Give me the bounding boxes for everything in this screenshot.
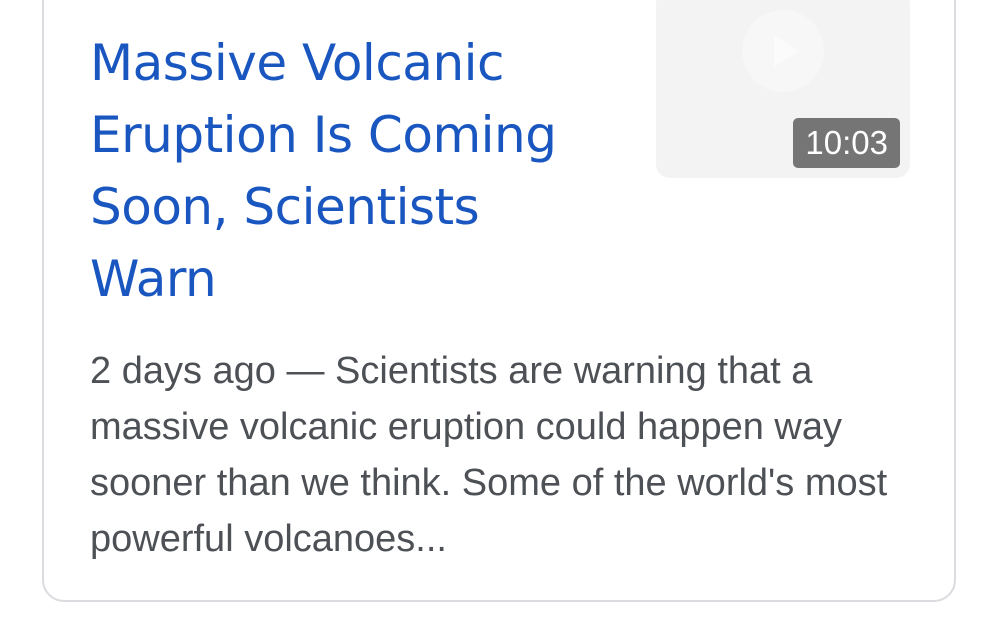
result-snippet: 2 days ago — Scientists are warning that… (90, 343, 930, 567)
play-button[interactable] (742, 10, 824, 92)
play-icon (774, 35, 799, 67)
result-date: 2 days ago (90, 350, 276, 392)
result-title-link[interactable]: Massive Volcanic Eruption Is Coming Soon… (90, 27, 610, 315)
video-duration-badge: 10:03 (793, 118, 900, 168)
video-thumbnail[interactable]: 10:03 (656, 0, 910, 178)
date-separator: — (275, 350, 336, 392)
